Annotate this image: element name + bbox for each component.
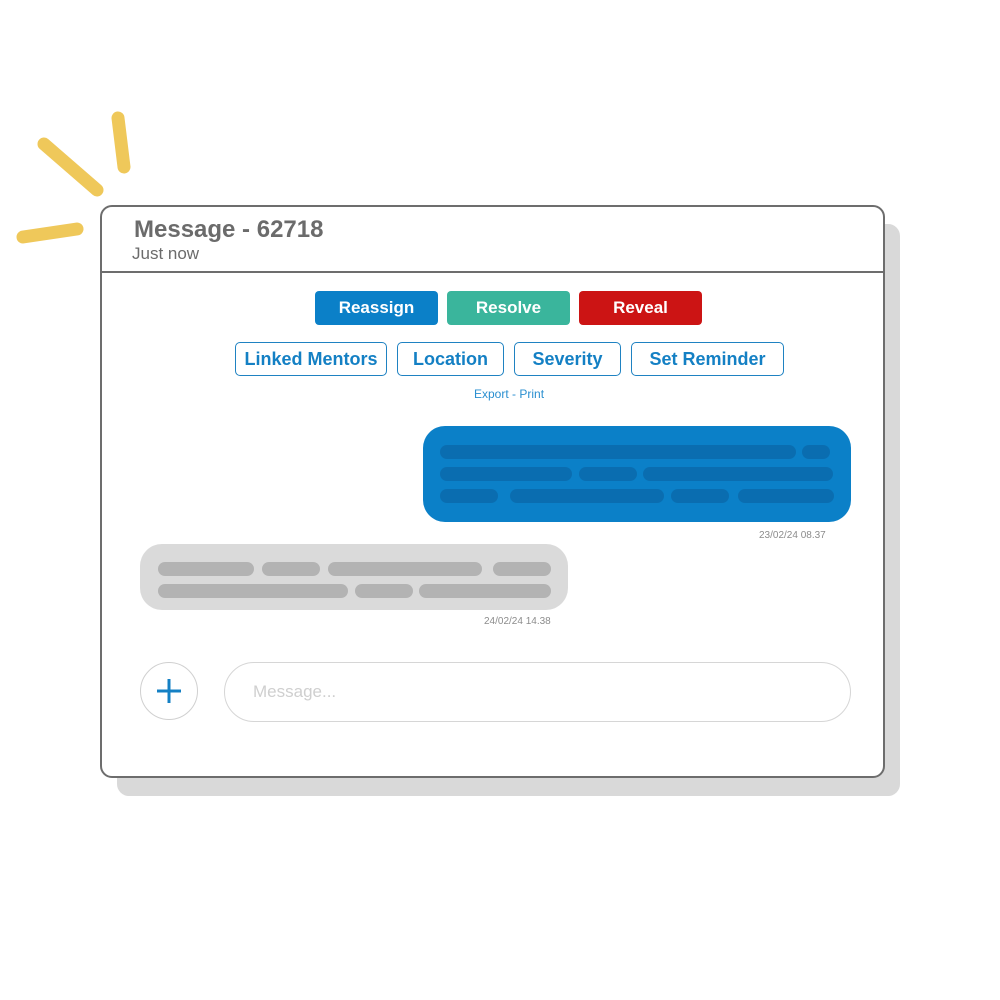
export-print-links: Export - Print [474,387,544,401]
message-timestamp: 23/02/24 08.37 [759,530,826,541]
redacted-text-line [643,467,833,481]
export-link[interactable]: Export [474,387,509,401]
redacted-text-line [158,562,254,576]
redacted-text-line [510,489,664,503]
reassign-button[interactable]: Reassign [315,291,438,325]
linked-mentors-button[interactable]: Linked Mentors [235,342,387,376]
sparkle-stroke [111,111,131,174]
redacted-text-line [738,489,834,503]
add-attachment-button[interactable] [140,662,198,720]
message-input[interactable] [224,662,851,722]
sparkle-stroke [16,222,84,244]
set-reminder-button[interactable]: Set Reminder [631,342,784,376]
message-timestamp: 24/02/24 14.38 [484,616,551,627]
redacted-text-line [419,584,551,598]
redacted-text-line [328,562,482,576]
sparkle-stroke [37,137,104,197]
location-button[interactable]: Location [397,342,504,376]
redacted-text-line [440,445,796,459]
redacted-text-line [440,489,498,503]
message-card: Message - 62718 Just now Reassign Resolv… [100,205,885,778]
redacted-text-line [262,562,320,576]
redacted-text-line [355,584,413,598]
page-title: Message - 62718 [134,216,324,243]
redacted-text-line [440,467,572,481]
print-link[interactable]: Print [519,387,544,401]
link-separator: - [508,387,520,401]
outgoing-message-bubble [423,426,851,522]
redacted-text-line [671,489,729,503]
redacted-text-line [802,445,830,459]
message-header: Message - 62718 Just now [102,207,883,273]
message-time: Just now [132,244,200,263]
redacted-text-line [158,584,348,598]
incoming-message-bubble [140,544,568,610]
severity-button[interactable]: Severity [514,342,621,376]
plus-icon [157,679,181,703]
resolve-button[interactable]: Resolve [447,291,570,325]
redacted-text-line [493,562,551,576]
redacted-text-line [579,467,637,481]
reveal-button[interactable]: Reveal [579,291,702,325]
